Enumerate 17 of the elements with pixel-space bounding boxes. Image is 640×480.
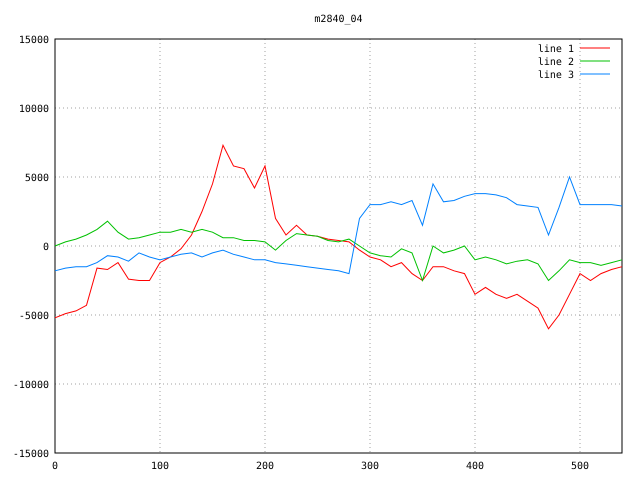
axis-tick-label: -5000 xyxy=(18,311,49,322)
legend-label: line 3 xyxy=(538,70,574,81)
axis-tick-label: 400 xyxy=(466,461,484,472)
axis-tick-label: 15000 xyxy=(18,35,49,46)
axis-tick-label: 0 xyxy=(52,461,58,472)
legend-label: line 2 xyxy=(538,57,574,68)
axis-tick-label: 200 xyxy=(256,461,274,472)
axis-tick-label: 5000 xyxy=(24,173,49,184)
axis-tick-label: 300 xyxy=(360,461,380,472)
axis-tick-label: 10000 xyxy=(18,104,49,115)
axis-tick-label: -10000 xyxy=(12,380,49,391)
axis-tick-label: 500 xyxy=(570,461,590,472)
legend-label: line 1 xyxy=(538,44,574,55)
axis-tick-label: -15000 xyxy=(12,449,49,460)
axis-tick-label: 100 xyxy=(150,461,170,472)
axis-tick-label: 0 xyxy=(42,242,49,253)
chart-title: m2840_04 xyxy=(314,14,363,25)
